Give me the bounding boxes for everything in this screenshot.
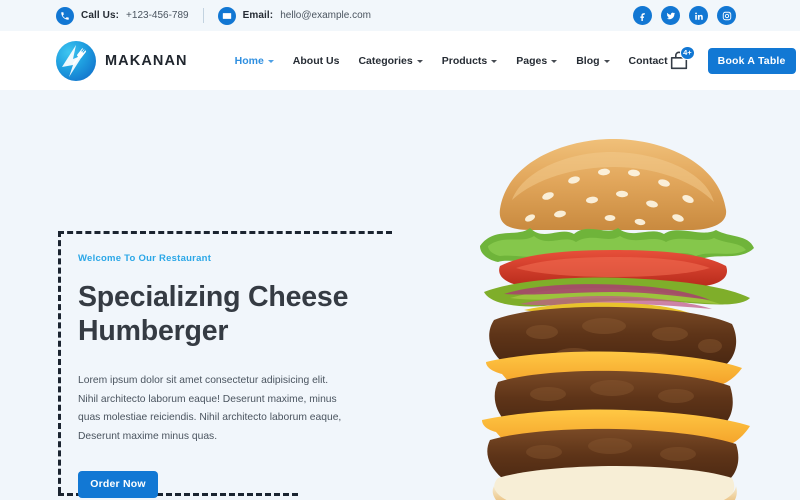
nav-label: Pages (516, 54, 548, 67)
nav-label: Categories (358, 54, 413, 67)
nav-item-about-us[interactable]: About Us (293, 55, 340, 67)
phone-label: Call Us: (81, 10, 120, 21)
nav-item-contact[interactable]: Contact (629, 55, 668, 67)
phone-icon (56, 6, 74, 25)
instagram-icon[interactable] (717, 6, 736, 25)
chevron-down-icon (603, 59, 610, 63)
top-bar-contacts: Call Us: +123-456-789 Email: hello@examp… (56, 6, 371, 25)
order-now-button[interactable]: Order Now (78, 470, 158, 498)
hero-section: Welcome To Our Restaurant Specializing C… (0, 90, 800, 500)
linkedin-icon[interactable] (689, 6, 708, 25)
hero-content: Welcome To Our Restaurant Specializing C… (78, 253, 378, 498)
email-address: hello@example.com (280, 10, 371, 21)
main-navigation: Home About Us Categories Products Pages … (235, 55, 668, 67)
nav-item-pages[interactable]: Pages (516, 54, 558, 67)
nav-label: Home (234, 54, 264, 67)
hero-paragraph: Lorem ipsum dolor sit amet consectetur a… (78, 374, 342, 443)
phone-contact[interactable]: Call Us: +123-456-789 (56, 6, 189, 25)
nav-label: Contact (628, 54, 668, 67)
chevron-down-icon (267, 59, 274, 63)
social-links (633, 6, 736, 25)
nav-label: Products (441, 54, 488, 67)
cart-badge: 4+ (680, 45, 695, 60)
envelope-icon (217, 6, 236, 25)
book-a-table-button[interactable]: Book A Table (707, 47, 796, 74)
phone-number: +123-456-789 (126, 10, 189, 21)
brand-logo[interactable]: MAKANAN (56, 40, 188, 81)
top-bar: Call Us: +123-456-789 Email: hello@examp… (0, 0, 800, 31)
contact-separator (202, 8, 204, 23)
nav-label: Blog (576, 54, 600, 67)
brand-name: MAKANAN (105, 52, 188, 69)
hero-burger-image (464, 134, 764, 500)
nav-item-products[interactable]: Products (442, 55, 498, 67)
chevron-down-icon (416, 59, 423, 63)
page-title: Specializing Cheese Humberger (78, 281, 349, 347)
nav-label: About Us (292, 54, 340, 67)
nav-item-categories[interactable]: Categories (358, 54, 423, 67)
hero-eyebrow: Welcome To Our Restaurant (78, 253, 212, 264)
nav-item-blog[interactable]: Blog (576, 54, 610, 67)
fork-bolt-logo-icon (56, 40, 96, 81)
header-actions: 4+ Book A Table (668, 45, 796, 74)
chevron-down-icon (551, 59, 558, 63)
facebook-icon[interactable] (633, 6, 652, 25)
twitter-icon[interactable] (661, 6, 680, 25)
email-label: Email: (242, 10, 274, 21)
shopping-bag-icon[interactable]: 4+ (668, 45, 695, 72)
chevron-down-icon (491, 59, 498, 63)
email-contact[interactable]: Email: hello@example.com (217, 6, 371, 25)
nav-item-home[interactable]: Home (235, 55, 274, 67)
site-header: MAKANAN Home About Us Categories Product… (0, 31, 800, 90)
